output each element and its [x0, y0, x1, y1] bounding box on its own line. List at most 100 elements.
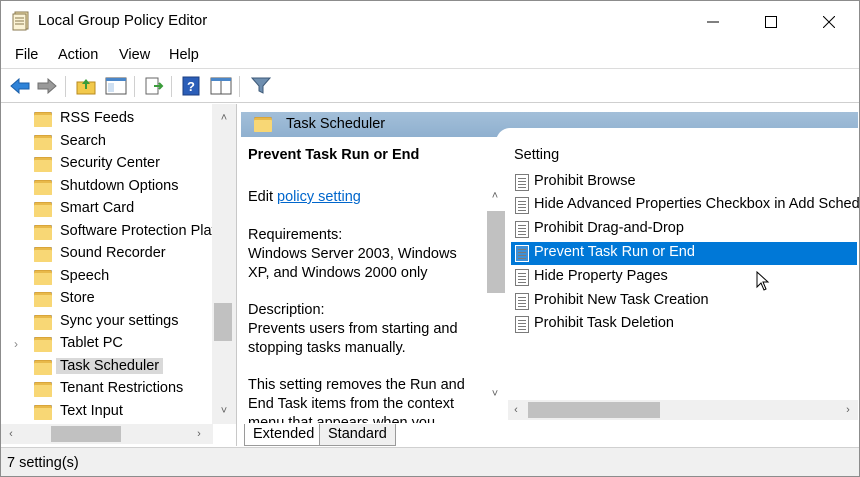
- description-line: stopping tasks manually.: [248, 340, 406, 356]
- tree-item-label: Software Protection Plat: [60, 223, 216, 239]
- tree-item[interactable]: Smart Card: [1, 199, 213, 222]
- forward-button[interactable]: [35, 74, 59, 98]
- description-scroll-thumb[interactable]: [487, 211, 505, 293]
- filter-icon: [251, 77, 271, 94]
- tree-item[interactable]: › Tablet PC: [1, 334, 213, 357]
- chevron-up-icon[interactable]: ˄: [212, 109, 236, 127]
- tree-item-selected[interactable]: Task Scheduler: [1, 357, 213, 380]
- folder-icon: [34, 270, 52, 285]
- window-title: Local Group Policy Editor: [38, 12, 208, 29]
- status-bar: 7 setting(s): [1, 447, 859, 476]
- tree-item[interactable]: Sound Recorder: [1, 244, 213, 267]
- tree-item[interactable]: Tenant Restrictions: [1, 379, 213, 402]
- tree-item-label: Store: [60, 290, 95, 306]
- description-line: menu that appears when you: [248, 415, 436, 423]
- chevron-right-icon[interactable]: ›: [14, 337, 24, 351]
- policy-title: Prevent Task Run or End: [248, 147, 420, 163]
- title-bar: Local Group Policy Editor: [1, 1, 859, 42]
- setting-label: Prohibit New Task Creation: [534, 292, 709, 308]
- tree-item[interactable]: Text Input: [1, 402, 213, 425]
- tree-vertical-scroll-thumb[interactable]: [214, 303, 232, 341]
- chevron-left-icon[interactable]: ‹: [508, 401, 524, 419]
- tree-horizontal-scroll-thumb[interactable]: [51, 426, 121, 442]
- filter-button[interactable]: [249, 74, 273, 98]
- tree-item[interactable]: Software Protection Plat: [1, 222, 216, 245]
- back-button[interactable]: [8, 74, 32, 98]
- tree-item[interactable]: Shutdown Options: [1, 177, 213, 200]
- tree-item-label: Speech: [60, 268, 110, 284]
- setting-row[interactable]: Hide Property Pages: [511, 266, 857, 289]
- edit-policy-line: Edit policy setting: [248, 188, 361, 207]
- chevron-down-icon[interactable]: ˅: [212, 402, 236, 420]
- tree-vertical-scrollbar[interactable]: ˄ ˅: [212, 104, 236, 424]
- toolbar-separator: [171, 76, 172, 97]
- requirements-label: Requirements:: [248, 227, 343, 243]
- chevron-right-icon[interactable]: ›: [191, 425, 207, 443]
- setting-row[interactable]: Prohibit Browse: [511, 171, 857, 194]
- setting-row[interactable]: Prohibit New Task Creation: [511, 290, 857, 313]
- setting-label: Prohibit Browse: [534, 173, 636, 189]
- tree-item-label: Tablet PC: [60, 335, 123, 351]
- tab-standard[interactable]: Standard: [319, 424, 396, 446]
- console-tree-icon: [105, 77, 127, 95]
- forward-arrow-icon: [37, 78, 57, 94]
- menu-help[interactable]: Help: [169, 47, 199, 63]
- tree-item[interactable]: Security Center: [1, 154, 213, 177]
- tree-item[interactable]: RSS Feeds: [1, 109, 213, 132]
- settings-horizontal-scroll-thumb[interactable]: [528, 402, 660, 418]
- tree-item[interactable]: Search: [1, 132, 213, 155]
- setting-row[interactable]: Hide Advanced Properties Checkbox in Add…: [511, 194, 860, 217]
- minimize-button[interactable]: [684, 1, 742, 42]
- chevron-right-icon[interactable]: ›: [840, 401, 856, 419]
- svg-text:?: ?: [187, 79, 195, 94]
- tree-item-label: Security Center: [60, 155, 160, 171]
- tree-item[interactable]: Sync your settings: [1, 312, 213, 335]
- folder-icon: [34, 202, 52, 217]
- folder-icon: [34, 292, 52, 307]
- toolbar: ?: [1, 70, 859, 103]
- extended-view-button[interactable]: [209, 74, 233, 98]
- setting-label: Prohibit Task Deletion: [534, 315, 674, 331]
- folder-icon: [34, 135, 52, 150]
- tree-item[interactable]: Speech: [1, 267, 213, 290]
- policy-setting-icon: [515, 245, 529, 262]
- tree-item[interactable]: Store: [1, 289, 213, 312]
- description-label: Description:: [248, 302, 325, 318]
- menu-bar: File Action View Help: [1, 42, 859, 69]
- up-one-level-button[interactable]: [74, 74, 98, 98]
- setting-label: Prevent Task Run or End: [534, 244, 695, 260]
- setting-row[interactable]: Prohibit Task Deletion: [511, 313, 857, 336]
- tab-extended[interactable]: Extended: [244, 424, 324, 446]
- chevron-down-icon[interactable]: ˅: [484, 385, 506, 403]
- policy-setting-link[interactable]: policy setting: [277, 189, 361, 205]
- maximize-button[interactable]: [742, 1, 800, 42]
- policy-setting-icon: [515, 197, 529, 214]
- details-header-title: Task Scheduler: [286, 116, 386, 132]
- chevron-up-icon[interactable]: ˄: [484, 187, 506, 205]
- mouse-cursor-icon: [756, 271, 770, 291]
- setting-column-header[interactable]: Setting: [514, 147, 559, 163]
- menu-action[interactable]: Action: [58, 47, 98, 63]
- export-list-button[interactable]: [142, 74, 166, 98]
- policy-setting-icon: [515, 293, 529, 310]
- tree-item-label: Smart Card: [60, 200, 135, 216]
- help-button[interactable]: ?: [179, 74, 203, 98]
- back-arrow-icon: [10, 78, 30, 94]
- setting-row-selected[interactable]: Prevent Task Run or End: [511, 242, 857, 265]
- tree-item-label: Tenant Restrictions: [60, 380, 184, 396]
- menu-view[interactable]: View: [119, 47, 150, 63]
- setting-label: Hide Advanced Properties Checkbox in Add…: [534, 196, 860, 212]
- help-icon: ?: [182, 76, 200, 96]
- requirements-line: Windows Server 2003, Windows: [248, 246, 457, 262]
- folder-icon: [34, 247, 52, 262]
- edit-prefix: Edit: [248, 189, 278, 205]
- chevron-left-icon[interactable]: ‹: [3, 425, 19, 443]
- tree-item-label: Shutdown Options: [60, 178, 179, 194]
- menu-file[interactable]: File: [15, 47, 38, 63]
- policy-editor-icon: [12, 11, 29, 31]
- folder-icon: [34, 180, 52, 195]
- close-button[interactable]: [800, 1, 858, 42]
- show-hide-tree-button[interactable]: [104, 74, 128, 98]
- setting-row[interactable]: Prohibit Drag-and-Drop: [511, 218, 857, 241]
- toolbar-separator: [134, 76, 135, 97]
